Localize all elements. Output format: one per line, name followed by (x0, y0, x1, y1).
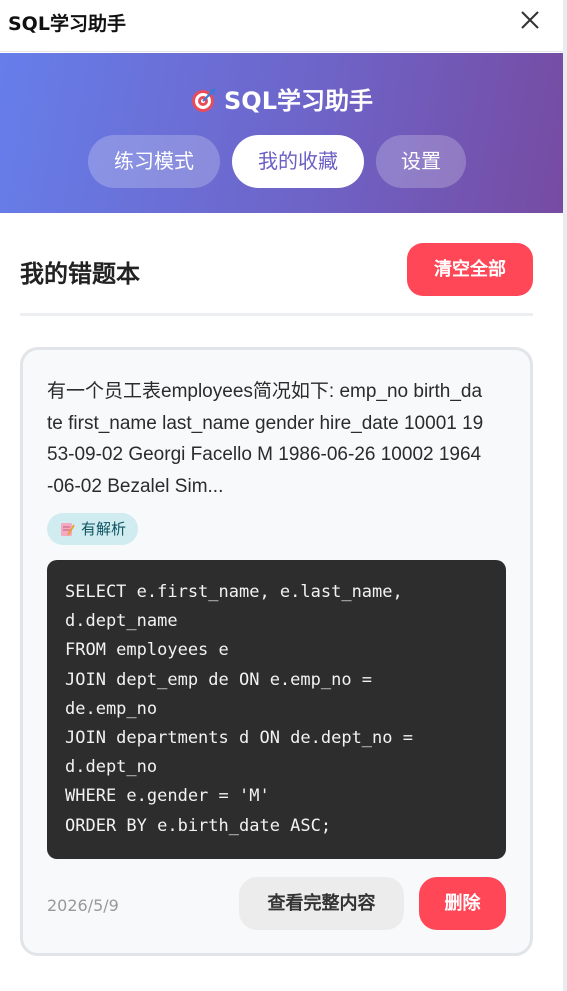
close-icon[interactable] (516, 6, 544, 34)
clear-all-button[interactable]: 清空全部 (407, 243, 533, 296)
window-titlebar: SQL学习助手 (0, 0, 567, 52)
item-date: 2026/5/9 (47, 896, 119, 915)
window-title: SQL学习助手 (8, 13, 126, 35)
app-title-text: SQL学习助手 (224, 87, 373, 115)
analysis-badge-label: 有解析 (81, 520, 127, 538)
window-edge (563, 0, 567, 991)
tab-settings[interactable]: 设置 (376, 135, 466, 188)
target-icon (190, 86, 218, 114)
sql-code-block: SELECT e.first_name, e.last_name, d.dept… (47, 560, 506, 859)
wrong-item-card: 有一个员工表employees简况如下: emp_no birth_date f… (20, 347, 533, 956)
delete-button[interactable]: 删除 (419, 877, 506, 930)
view-full-button[interactable]: 查看完整内容 (239, 877, 404, 930)
app-title: SQL学习助手 (0, 81, 563, 116)
tab-favorites[interactable]: 我的收藏 (232, 135, 364, 188)
section-divider (20, 313, 533, 316)
app-header: SQL学习助手 练习模式 我的收藏 设置 (0, 53, 563, 213)
question-text[interactable]: 有一个员工表employees简况如下: emp_no birth_date f… (47, 376, 487, 502)
tab-practice[interactable]: 练习模式 (88, 135, 220, 188)
analysis-badge: 有解析 (47, 513, 139, 545)
sql-code-text: SELECT e.first_name, e.last_name, d.dept… (65, 582, 413, 836)
section-title: 我的错题本 (20, 260, 140, 288)
memo-icon (59, 516, 75, 536)
